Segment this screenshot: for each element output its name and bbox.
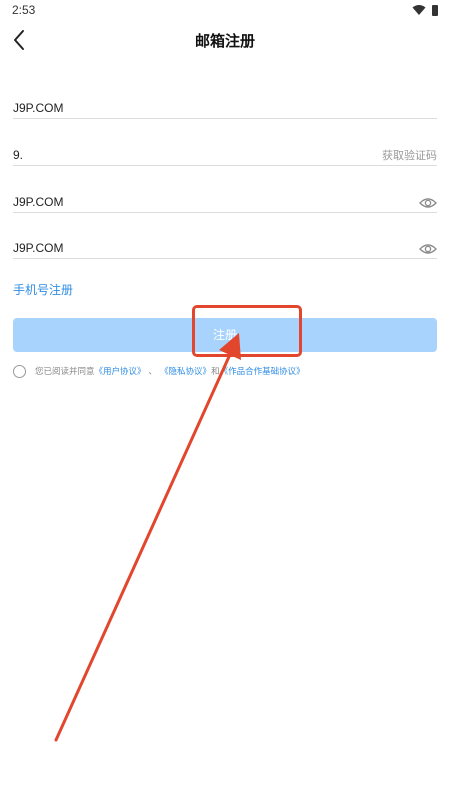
privacy-agreement-link[interactable]: 《隐私协议》	[160, 365, 211, 377]
eye-icon[interactable]	[419, 242, 437, 256]
password-value: J9P.COM	[13, 195, 64, 209]
email-field[interactable]: J9P.COM	[13, 96, 437, 119]
verification-code-value: 9.	[13, 148, 24, 162]
agree-radio[interactable]	[13, 364, 26, 378]
status-bar: 2:53	[0, 0, 450, 22]
user-agreement-link[interactable]: 《用户协议》	[95, 365, 146, 377]
title-bar: 邮箱注册	[0, 22, 450, 58]
status-time: 2:53	[12, 3, 36, 17]
wifi-icon	[412, 5, 426, 15]
agreement-separator: 、	[148, 367, 158, 377]
phone-register-link[interactable]: 手机号注册	[13, 281, 73, 298]
agreement-conjunction: 和	[211, 367, 220, 377]
annotation-highlight-box	[192, 305, 302, 357]
password-field[interactable]: J9P.COM	[13, 190, 437, 213]
email-value: J9P.COM	[13, 101, 64, 115]
verification-code-field[interactable]: 9. 获取验证码	[13, 143, 437, 166]
confirm-password-value: J9P.COM	[13, 241, 64, 255]
eye-icon[interactable]	[419, 196, 437, 210]
get-code-button[interactable]: 获取验证码	[382, 147, 437, 163]
page-title: 邮箱注册	[194, 32, 255, 50]
cooperation-agreement-link[interactable]: 《作品合作基础协议》	[220, 365, 305, 377]
battery-icon	[432, 4, 438, 16]
agreement-prefix: 您已阅读并同意	[35, 367, 95, 377]
confirm-password-field[interactable]: J9P.COM	[13, 236, 437, 259]
status-icons	[412, 4, 438, 16]
annotation-arrow	[54, 333, 241, 742]
agreement-row: 您已阅读并同意 《用户协议》 、 《隐私协议》 和 《作品合作基础协议》	[13, 364, 305, 378]
